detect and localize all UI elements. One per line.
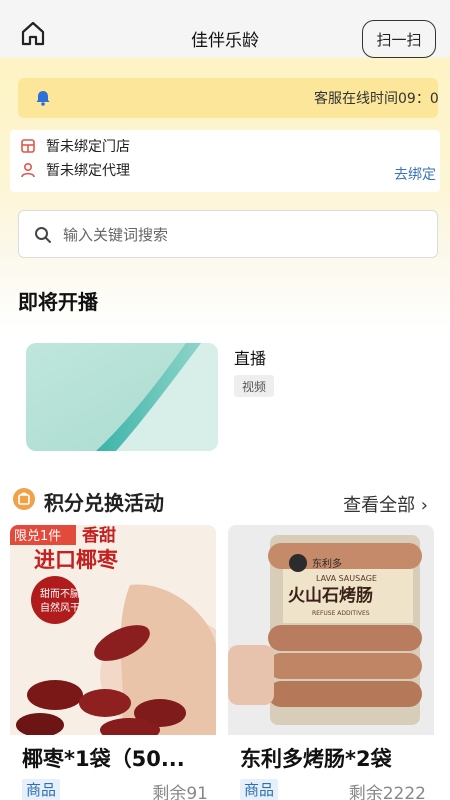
product-remaining: 剩余2222 bbox=[348, 784, 426, 800]
store-binding-text: 暂未绑定门店 bbox=[46, 139, 130, 155]
agent-binding-row: 暂未绑定代理 bbox=[20, 160, 130, 180]
refuse-additives-text: REFUSE ADDITIVES bbox=[312, 610, 370, 617]
product-image-dates: 限兑1件 香甜 进口椰枣 甜而不腻 自然风干 bbox=[10, 525, 216, 735]
product-name: 椰枣*1袋（50... bbox=[22, 747, 185, 771]
product-remaining: 剩余91 bbox=[152, 784, 208, 800]
live-cover-image[interactable] bbox=[26, 343, 218, 451]
upcoming-section-title: 即将开播 bbox=[18, 290, 98, 314]
product-type-tag: 商品 bbox=[22, 779, 61, 800]
agent-binding-text: 暂未绑定代理 bbox=[46, 163, 130, 179]
english-title: LAVA SAUSAGE bbox=[316, 574, 377, 583]
store-binding-row: 暂未绑定门店 bbox=[20, 136, 130, 156]
notice-text: 客服在线时间09：00 bbox=[314, 91, 438, 107]
live-tag: 视频 bbox=[234, 375, 274, 397]
sub-text-1: 甜而不腻 bbox=[40, 587, 80, 600]
product-name: 东利多烤肠*2袋 bbox=[240, 747, 392, 771]
search-icon bbox=[33, 225, 53, 245]
headline-1: 香甜 bbox=[82, 525, 116, 546]
headline-2: 进口椰枣 bbox=[34, 548, 119, 572]
view-all-link[interactable]: 查看全部 › bbox=[343, 491, 428, 517]
view-all-label: 查看全部 bbox=[343, 495, 416, 516]
person-icon bbox=[21, 162, 35, 178]
badge-text: 限兑1件 bbox=[14, 529, 61, 544]
scan-button[interactable]: 扫一扫 bbox=[362, 20, 436, 58]
search-input[interactable]: 输入关键词搜索 bbox=[63, 224, 168, 245]
points-section-title: 积分兑换活动 bbox=[44, 491, 164, 515]
binding-card: 暂未绑定门店 暂未绑定代理 去绑定 bbox=[10, 130, 440, 192]
product-card[interactable]: 东利多 LAVA SAUSAGE 火山石烤肠 REFUSE ADDITIVES … bbox=[228, 525, 434, 800]
notice-banner: 客服在线时间09：00 bbox=[18, 78, 438, 118]
search-bar[interactable]: 输入关键词搜索 bbox=[18, 210, 438, 258]
chinese-title: 火山石烤肠 bbox=[288, 585, 373, 606]
points-section-header: 积分兑换活动 查看全部 › bbox=[12, 484, 438, 518]
gift-icon bbox=[12, 487, 36, 511]
sub-text-2: 自然风干 bbox=[40, 601, 80, 614]
product-image-sausage: 东利多 LAVA SAUSAGE 火山石烤肠 REFUSE ADDITIVES bbox=[228, 525, 434, 735]
bind-link[interactable]: 去绑定 bbox=[394, 164, 436, 184]
live-name[interactable]: 直播 bbox=[234, 345, 266, 369]
bell-icon bbox=[34, 89, 52, 107]
brand-text: 东利多 bbox=[312, 557, 342, 570]
header-bar: 佳伴乐龄 扫一扫 bbox=[0, 0, 450, 60]
product-card[interactable]: 限兑1件 香甜 进口椰枣 甜而不腻 自然风干 椰枣*1袋（50... 商品 剩余… bbox=[10, 525, 216, 800]
product-type-tag: 商品 bbox=[240, 779, 279, 800]
store-icon bbox=[21, 139, 35, 153]
